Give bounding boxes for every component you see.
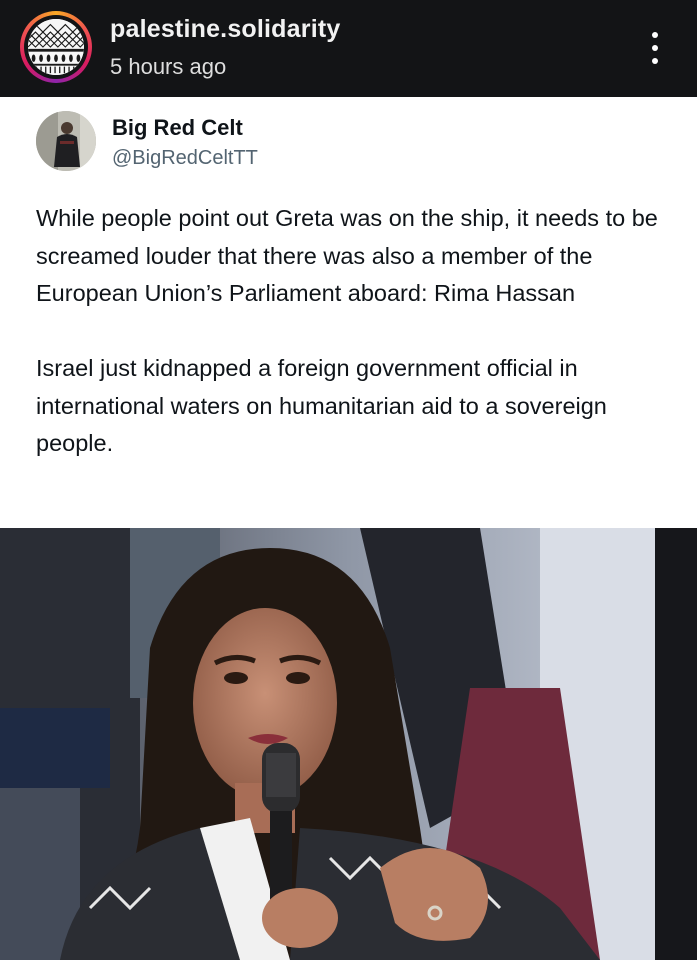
avatar-inner-frame	[24, 15, 88, 79]
more-vertical-icon-dot	[652, 58, 658, 64]
tweet-display-name[interactable]: Big Red Celt	[112, 115, 243, 141]
woman-speaking-into-microphone-photo[interactable]	[0, 528, 697, 960]
tweet-paragraph: Israel just kidnapped a foreign governme…	[36, 355, 607, 456]
more-vertical-icon-dot	[652, 45, 658, 51]
tweet-card: Big Red Celt @BigRedCeltTT While people …	[0, 97, 697, 528]
account-avatar[interactable]	[20, 11, 92, 83]
post-header: palestine.solidarity 5 hours ago	[0, 0, 697, 97]
post-timestamp: 5 hours ago	[110, 54, 227, 79]
more-vertical-icon	[652, 32, 658, 38]
tweet-paragraph: While people point out Greta was on the …	[36, 205, 658, 306]
tweet-handle[interactable]: @BigRedCeltTT	[112, 147, 258, 170]
keffiyeh-pattern-icon	[28, 19, 84, 75]
profile-photo-icon[interactable]	[36, 111, 96, 171]
tweet-body: While people point out Greta was on the …	[36, 200, 676, 463]
more-options-button[interactable]	[638, 26, 672, 70]
account-name[interactable]: palestine.solidarity	[110, 15, 340, 44]
